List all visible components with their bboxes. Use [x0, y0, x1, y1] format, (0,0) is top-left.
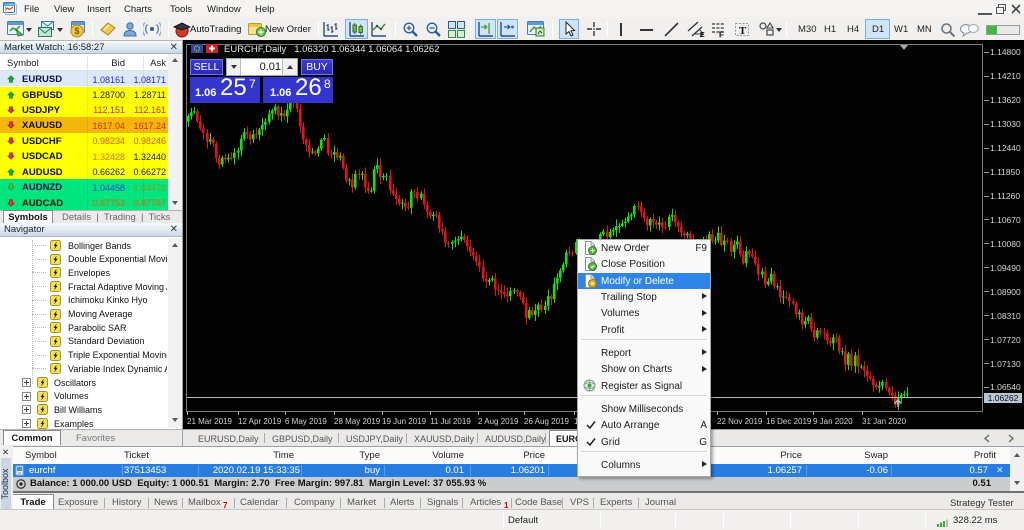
- svg-text:T: T: [739, 25, 747, 37]
- svg-text:E: E: [700, 32, 705, 38]
- svg-text:$: $: [74, 26, 79, 36]
- svg-text:F: F: [719, 31, 724, 39]
